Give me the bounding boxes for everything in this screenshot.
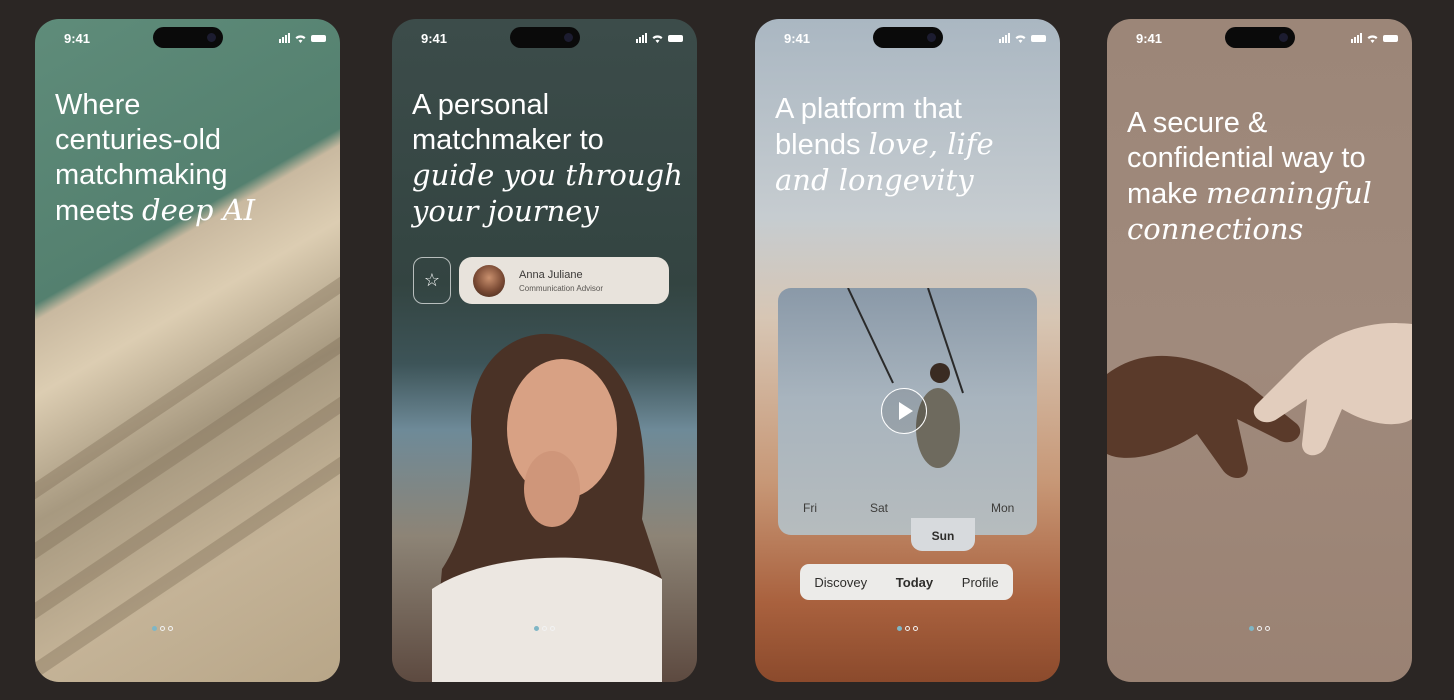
status-icons: [279, 32, 326, 44]
bottom-nav: Discovey Today Profile: [800, 564, 1013, 600]
headline-italic: and longevity: [775, 163, 974, 197]
headline-text: meets: [55, 195, 143, 227]
touching-hands-photo: [1107, 323, 1412, 479]
page-dot[interactable]: [905, 626, 910, 631]
signal-icon: [636, 33, 647, 43]
page-indicator: [392, 626, 697, 631]
wifi-icon: [1014, 33, 1027, 43]
signal-icon: [279, 33, 290, 43]
headline-italic: connections: [1127, 212, 1304, 246]
advisor-role: Communication Advisor: [519, 284, 604, 293]
dynamic-island: [1225, 27, 1295, 48]
page-dot[interactable]: [1265, 626, 1270, 631]
status-icons: [999, 32, 1046, 44]
headline-line: connections: [1127, 212, 1400, 248]
headline-line: centuries-old: [55, 124, 222, 156]
onboarding-screen-3: 9:41 A platform that blends love, life a…: [755, 19, 1060, 682]
headline-line: matchmaking: [55, 159, 228, 191]
headline-italic: love, life: [868, 127, 994, 161]
battery-icon: [1031, 34, 1046, 42]
status-bar: 9:41: [392, 19, 697, 59]
onboarding-screen-1: 9:41 Where centuries-old matchmaking mee…: [35, 19, 340, 682]
avatar: [473, 265, 505, 297]
headline-italic: your journey: [412, 194, 599, 228]
page-dot[interactable]: [913, 626, 918, 631]
signal-icon: [1351, 33, 1362, 43]
page-dot[interactable]: [1257, 626, 1262, 631]
nav-today[interactable]: Today: [896, 575, 933, 590]
star-icon: ☆: [423, 270, 441, 290]
advisor-name: Anna Juliane: [519, 269, 583, 281]
page-dot[interactable]: [550, 626, 555, 631]
battery-icon: [311, 34, 326, 42]
dynamic-island: [510, 27, 580, 48]
battery-icon: [1383, 34, 1398, 42]
status-bar: 9:41: [755, 19, 1060, 59]
headline-line: A secure &: [1127, 107, 1268, 139]
nav-discover[interactable]: Discovey: [814, 575, 867, 590]
video-card[interactable]: Fri Sat Mon: [778, 288, 1037, 535]
day-mon[interactable]: Mon: [991, 501, 1014, 515]
status-time: 9:41: [1136, 31, 1163, 46]
page-dot-active[interactable]: [534, 626, 539, 631]
headline: Where centuries-old matchmaking meets de…: [55, 88, 328, 229]
headline-text: blends: [775, 129, 869, 161]
day-sat[interactable]: Sat: [870, 501, 888, 515]
page-dot-active[interactable]: [1249, 626, 1254, 631]
day-fri[interactable]: Fri: [803, 501, 817, 515]
page-dot[interactable]: [168, 626, 173, 631]
status-bar: 9:41: [35, 19, 340, 59]
headline-line: blends love, life: [775, 127, 1048, 163]
headline-italic: meaningful: [1205, 176, 1372, 210]
page-indicator: [1107, 626, 1412, 631]
status-time: 9:41: [421, 31, 448, 46]
headline-line: A platform that: [775, 93, 962, 125]
headline-line: Where: [55, 89, 141, 121]
status-icons: [636, 32, 683, 44]
headline-line: make meaningful: [1127, 176, 1400, 212]
headline-italic: deep AI: [142, 193, 256, 227]
page-dot[interactable]: [542, 626, 547, 631]
onboarding-screen-4: 9:41 A secure & confidential way to make…: [1107, 19, 1412, 682]
headline-line: your journey: [412, 194, 685, 230]
wifi-icon: [294, 33, 307, 43]
headline-line: and longevity: [775, 163, 1048, 199]
wifi-icon: [651, 33, 664, 43]
advisor-card[interactable]: Anna Juliane Communication Advisor: [459, 257, 669, 304]
headline: A secure & confidential way to make mean…: [1127, 106, 1400, 248]
play-icon[interactable]: [881, 388, 927, 434]
stone-carving: [35, 204, 340, 508]
status-bar: 9:41: [1107, 19, 1412, 59]
headline-line: A personal: [412, 89, 550, 121]
page-dot-active[interactable]: [152, 626, 157, 631]
dynamic-island: [873, 27, 943, 48]
day-sun-tab[interactable]: Sun: [911, 518, 975, 551]
favorite-button[interactable]: ☆: [413, 257, 451, 304]
wifi-icon: [1366, 33, 1379, 43]
status-icons: [1351, 32, 1398, 44]
page-dot-active[interactable]: [897, 626, 902, 631]
headline-italic: guide you through: [412, 158, 683, 192]
page-indicator: [755, 626, 1060, 631]
dynamic-island: [153, 27, 223, 48]
page-indicator: [35, 626, 340, 631]
headline-line: meets deep AI: [55, 193, 328, 229]
day-sun: Sun: [931, 529, 955, 543]
headline-line: guide you through: [412, 158, 685, 194]
battery-icon: [668, 34, 683, 42]
page-dot[interactable]: [160, 626, 165, 631]
signal-icon: [999, 33, 1010, 43]
status-time: 9:41: [784, 31, 811, 46]
headline: A platform that blends love, life and lo…: [775, 92, 1048, 199]
headline-line: matchmaker to: [412, 124, 604, 156]
headline: A personal matchmaker to guide you throu…: [412, 88, 685, 230]
onboarding-screen-2: 9:41 A personal matchmaker to guide you …: [392, 19, 697, 682]
headline-text: make: [1127, 178, 1206, 210]
status-time: 9:41: [64, 31, 91, 46]
headline-line: confidential way to: [1127, 142, 1366, 174]
nav-profile[interactable]: Profile: [962, 575, 999, 590]
